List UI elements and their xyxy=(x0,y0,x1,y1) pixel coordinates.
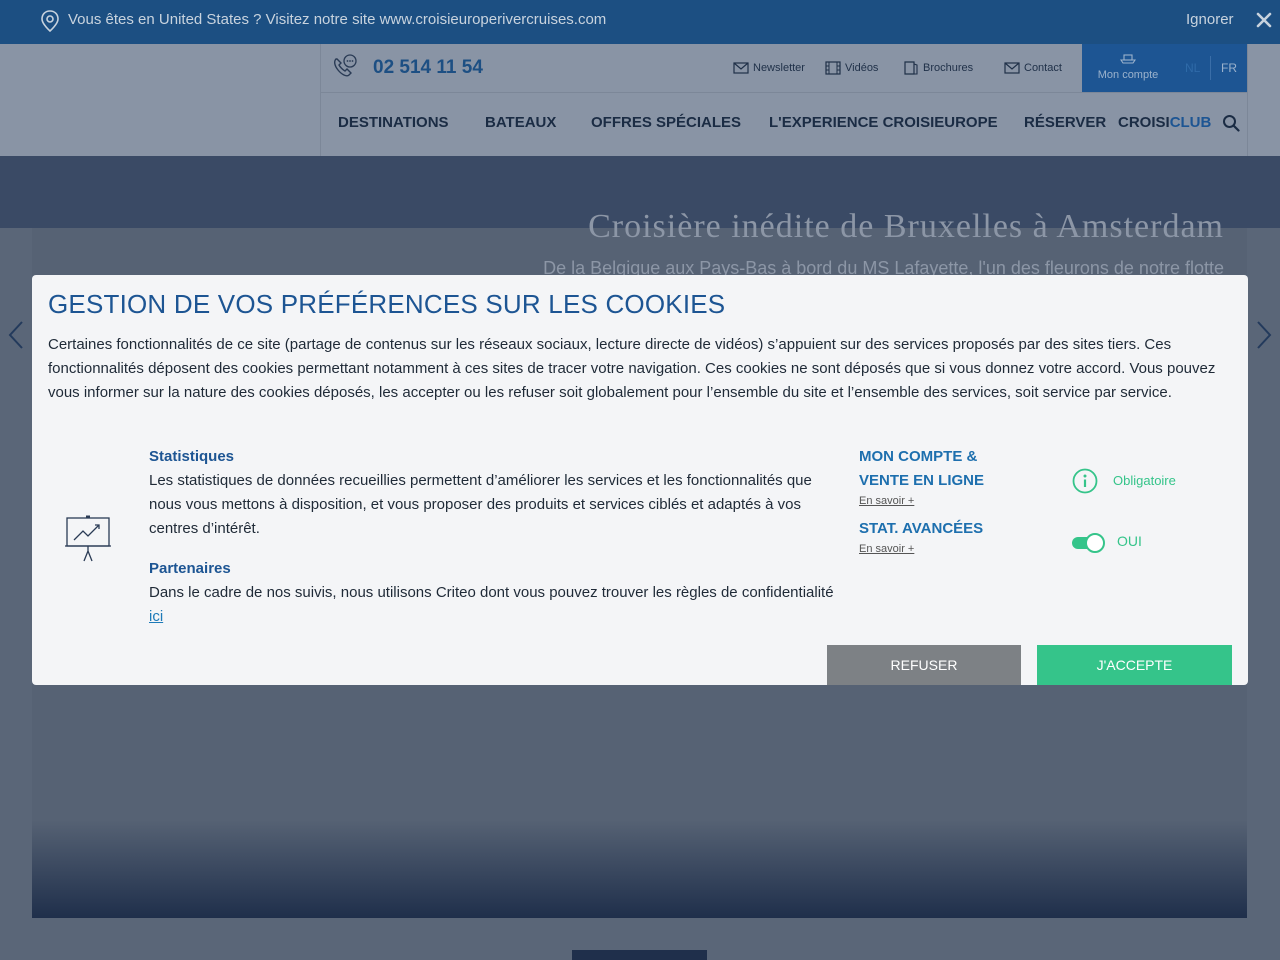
nav-bateaux[interactable]: BATEAUX xyxy=(485,114,556,131)
contact-link[interactable]: Contact xyxy=(1004,61,1062,75)
statistiques-text: Les statistiques de données recueillies … xyxy=(149,472,812,537)
videos-label: Vidéos xyxy=(845,62,879,74)
newsletter-link[interactable]: Newsletter xyxy=(733,61,805,75)
service-stat-title: STAT. AVANCÉES xyxy=(859,520,984,537)
partenaires-text: Dans le cadre de nos suivis, nous utilis… xyxy=(149,581,839,629)
mail-icon xyxy=(1004,62,1020,74)
service-mon-compte-line2: VENTE EN LIGNE xyxy=(859,472,985,489)
geo-message[interactable]: Vous êtes en United States ? Visitez not… xyxy=(68,11,606,28)
cookie-modal: GESTION DE VOS PRÉFÉRENCES SUR LES COOKI… xyxy=(32,275,1248,685)
bottom-tab xyxy=(572,950,707,960)
service-mon-compte-title: MON COMPTE & VENTE EN LIGNE xyxy=(859,445,984,493)
slider-next-icon[interactable] xyxy=(1254,320,1274,350)
statistiques-heading: Statistiques xyxy=(149,448,235,465)
envelope-icon xyxy=(733,62,749,74)
info-icon xyxy=(1072,468,1098,494)
cookie-intro: Certaines fonctionnalités de ce site (pa… xyxy=(48,336,1216,401)
hero-subtitle: De la Belgique aux Pays-Bas à bord du MS… xyxy=(543,258,1224,275)
nav-reserver[interactable]: RÉSERVER xyxy=(1024,114,1106,131)
brochures-label: Brochures xyxy=(923,62,974,74)
accept-button[interactable]: J'ACCEPTE xyxy=(1037,645,1232,685)
croisiclub-part1: CROISI xyxy=(1118,114,1170,131)
lang-divider xyxy=(1210,56,1211,80)
cookie-modal-title: GESTION DE VOS PRÉFÉRENCES SUR LES COOKI… xyxy=(48,289,726,319)
account-icon xyxy=(1120,54,1136,64)
film-icon xyxy=(825,61,841,75)
nav-experience[interactable]: L'EXPERIENCE CROISIEUROPE xyxy=(769,114,998,131)
croisiclub-part2: CLUB xyxy=(1169,114,1212,131)
nav-offres-speciales[interactable]: OFFRES SPÉCIALES xyxy=(591,114,741,131)
service-stat-more-link[interactable]: En savoir + xyxy=(859,543,914,555)
statistics-chart-icon xyxy=(65,515,111,562)
refuse-button[interactable]: REFUSER xyxy=(827,645,1021,685)
contact-label: Contact xyxy=(1024,62,1062,74)
hero-gradient xyxy=(32,820,1247,918)
search-icon[interactable] xyxy=(1222,114,1240,132)
lang-fr[interactable]: FR xyxy=(1221,61,1237,75)
slider-prev-icon[interactable] xyxy=(6,320,26,350)
criteo-privacy-link[interactable]: ici xyxy=(149,608,163,625)
brochure-icon xyxy=(904,61,918,75)
stat-toggle[interactable] xyxy=(1072,532,1106,554)
partenaires-body: Dans le cadre de nos suivis, nous utilis… xyxy=(149,584,834,601)
phone-number[interactable]: 02 514 11 54 xyxy=(373,57,483,79)
nav-croisiclub[interactable]: CROISICLUB xyxy=(1118,114,1211,131)
toggle-knob xyxy=(1085,533,1105,553)
hero-title: Croisière inédite de Bruxelles à Amsterd… xyxy=(588,208,1224,245)
geo-banner: Vous êtes en United States ? Visitez not… xyxy=(0,0,1280,44)
videos-link[interactable]: Vidéos xyxy=(825,61,878,75)
account-button[interactable]: Mon compte xyxy=(1082,44,1174,92)
newsletter-label: Newsletter xyxy=(753,62,805,74)
phone-icon xyxy=(333,54,357,77)
service-mon-compte-line1: MON COMPTE & xyxy=(859,448,978,465)
location-pin-icon xyxy=(41,10,59,32)
logo-area[interactable] xyxy=(0,44,320,156)
nav-destinations[interactable]: DESTINATIONS xyxy=(338,114,449,131)
brochures-link[interactable]: Brochures xyxy=(903,61,973,75)
mandatory-status: Obligatoire xyxy=(1113,473,1176,488)
nav-divider xyxy=(321,92,1247,93)
close-icon[interactable] xyxy=(1255,11,1273,29)
partenaires-heading: Partenaires xyxy=(149,560,231,577)
account-label: Mon compte xyxy=(1097,69,1159,81)
stat-status: OUI xyxy=(1117,533,1142,549)
service-mon-compte-more-link[interactable]: En savoir + xyxy=(859,495,914,507)
ignore-button[interactable]: Ignorer xyxy=(1186,11,1234,28)
lang-nl[interactable]: NL xyxy=(1185,61,1200,75)
